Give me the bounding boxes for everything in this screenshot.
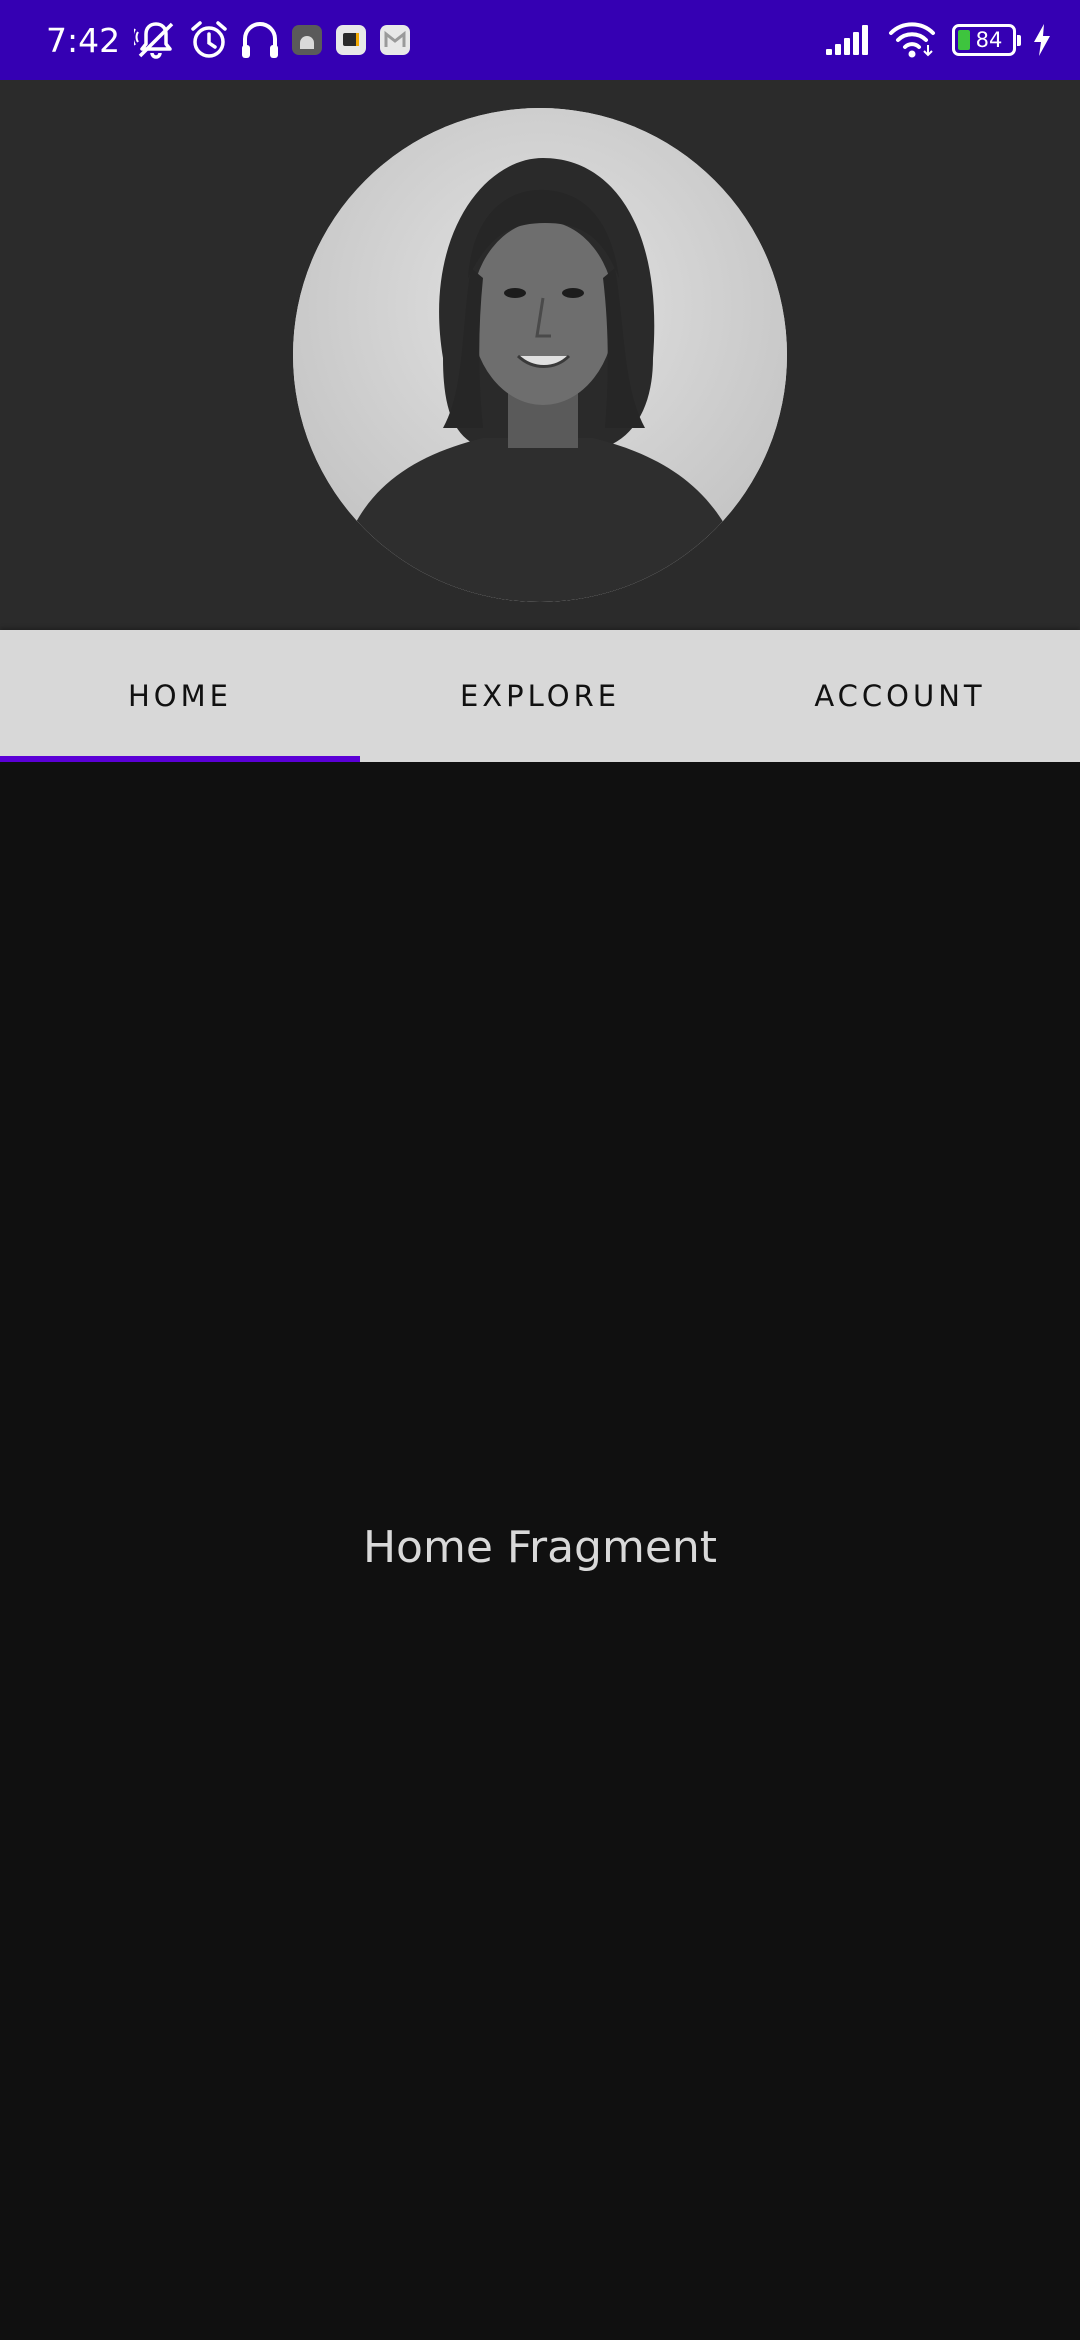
fragment-title: Home Fragment [362, 1522, 718, 1573]
app-icon [334, 0, 368, 80]
status-left: 7:42 [46, 0, 412, 80]
charging-icon [1032, 0, 1052, 80]
signal-icon [824, 0, 872, 80]
tab-explore[interactable]: EXPLORE [360, 630, 720, 762]
headphones-icon [240, 0, 280, 80]
profile-header [0, 80, 1080, 630]
tab-account-label: ACCOUNT [814, 679, 986, 713]
status-right: 84 [824, 0, 1052, 80]
tab-home[interactable]: HOME [0, 630, 360, 762]
status-bar: 7:42 84 [0, 0, 1080, 80]
fragment-container: Home Fragment [0, 762, 1080, 2340]
battery-icon: 84 [952, 24, 1021, 56]
avatar[interactable] [293, 108, 787, 602]
profile-photo [293, 108, 787, 602]
tab-bar: HOME EXPLORE ACCOUNT [0, 630, 1080, 762]
tab-account[interactable]: ACCOUNT [720, 630, 1080, 762]
battery-level: 84 [975, 28, 1003, 52]
status-time: 7:42 [46, 20, 121, 60]
wifi-icon [888, 0, 936, 80]
android-icon [290, 0, 324, 80]
tab-home-label: HOME [128, 679, 232, 713]
tab-explore-label: EXPLORE [459, 679, 621, 713]
gmail-icon [378, 0, 412, 80]
bell-off-icon [134, 0, 178, 80]
alarm-icon [188, 0, 230, 80]
